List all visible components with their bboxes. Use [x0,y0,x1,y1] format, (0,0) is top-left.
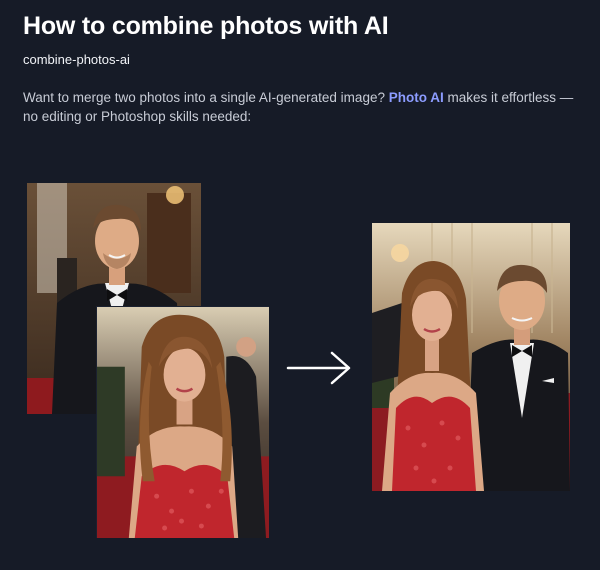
photo-ai-link[interactable]: Photo AI [389,90,444,105]
page-title: How to combine photos with AI [23,12,389,40]
intro-text-before: Want to merge two photos into a single A… [23,90,389,105]
intro-paragraph: Want to merge two photos into a single A… [23,88,583,126]
combined-couple-photo [372,223,570,491]
woman-in-red-dress-photo [96,306,269,538]
article-slug: combine-photos-ai [23,52,130,67]
right-arrow-icon [286,351,351,385]
